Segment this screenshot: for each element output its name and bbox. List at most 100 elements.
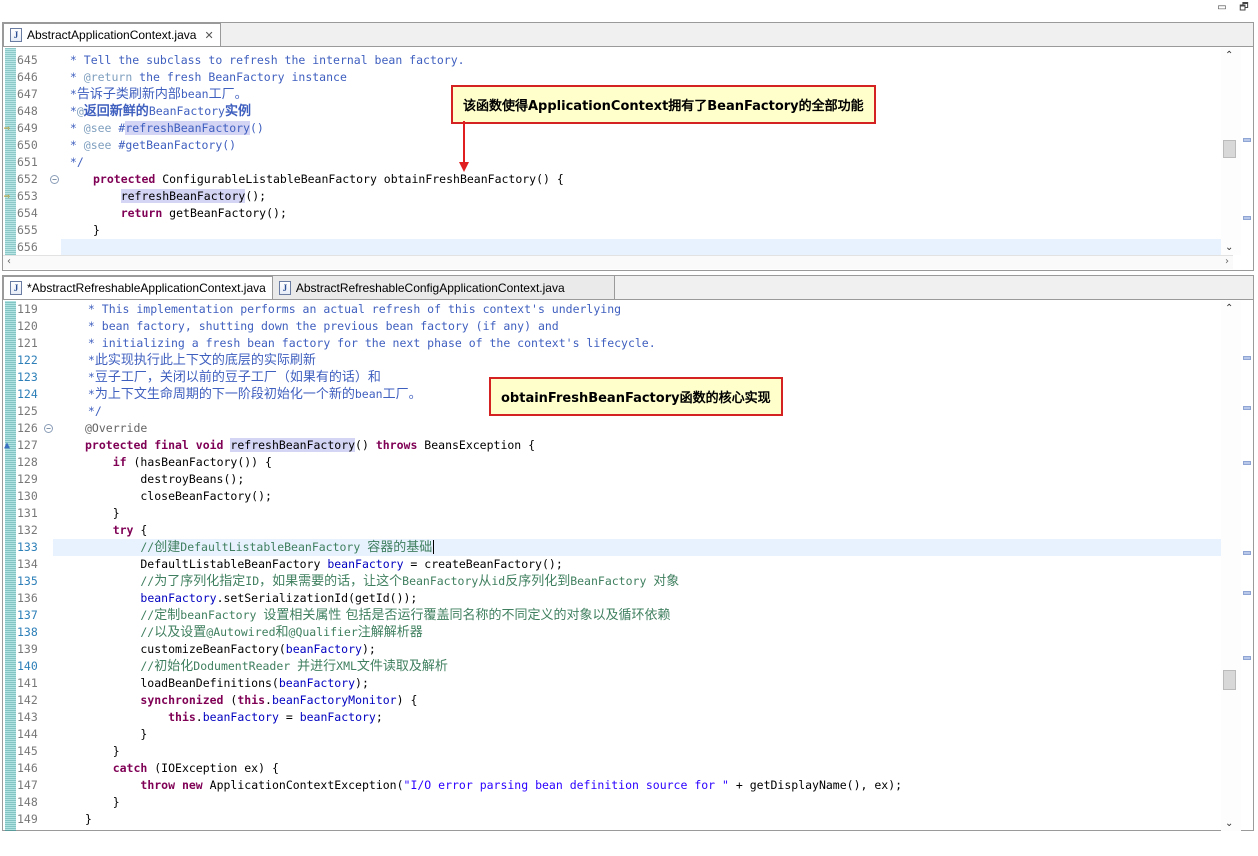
code-line: if (hasBeanFactory()) { (112, 455, 272, 469)
line-number: 119 (17, 302, 38, 316)
fold-collapse-icon[interactable]: − (50, 175, 59, 184)
java-file-icon: J (278, 280, 291, 295)
tab-abstract-refreshable-config-application-context[interactable]: J AbstractRefreshableConfigApplicationCo… (272, 276, 615, 299)
code-line: *此实现执行此上下文的底层的实际刷新 (81, 353, 316, 368)
code-line: //为了序列化指定ID，如果需要的话，让这个BeanFactory从id反序列化… (85, 574, 680, 589)
line-number: 655 (17, 223, 38, 237)
code-line: */ (81, 404, 102, 418)
line-number: 647 (17, 87, 38, 101)
scroll-thumb[interactable] (1223, 670, 1236, 690)
scroll-down-icon[interactable]: ⌄ (1225, 242, 1233, 253)
code-line: //初始化DodumentReader 并进行XML文件读取及解析 (85, 659, 448, 674)
line-number: 128 (17, 455, 38, 469)
line-number: 134 (17, 557, 38, 571)
code-line: * Tell the subclass to refresh the inter… (63, 53, 465, 67)
line-number: 649 (17, 121, 38, 135)
line-number: 131 (17, 506, 38, 520)
java-file-icon: J (10, 28, 22, 42)
annotation-callout-top: 该函数使得ApplicationContext拥有了BeanFactory的全部… (451, 85, 876, 124)
line-number: 656 (17, 240, 38, 254)
code-line: refreshBeanFactory(); (120, 189, 267, 203)
line-number: 124 (17, 387, 38, 401)
occurrence-marker-icon: ⇨ (4, 191, 11, 202)
line-number: 130 (17, 489, 38, 503)
scroll-left-icon[interactable]: ‹ (7, 256, 11, 267)
line-number: 127 (17, 438, 38, 452)
code-line: throw new ApplicationContextException("I… (140, 778, 903, 792)
line-number: 139 (17, 642, 38, 656)
code-line: protected ConfigurableListableBeanFactor… (93, 172, 564, 186)
code-line: } (85, 727, 148, 741)
code-line: return getBeanFactory(); (120, 206, 287, 220)
code-line: *为上下文生命周期的下一阶段初始化一个新的bean工厂。 (81, 387, 422, 402)
code-line: } (85, 744, 120, 758)
line-number: 129 (17, 472, 38, 486)
occurrence-marker-icon: ⇨ (4, 123, 11, 134)
override-marker-icon[interactable]: ▲ (4, 440, 15, 451)
overview-ruler[interactable] (1241, 48, 1253, 255)
vertical-scrollbar[interactable]: ⌃ ⌄ (1221, 48, 1241, 255)
code-line: beanFactory.setSerializationId(getId()); (140, 591, 418, 605)
minimize-icon[interactable]: ▭ (1212, 0, 1232, 16)
code-line: * @see #getBeanFactory() (63, 138, 237, 152)
tab-abstract-refreshable-application-context[interactable]: J *AbstractRefreshableApplicationContext… (3, 276, 273, 299)
line-number: 142 (17, 693, 38, 707)
line-number: 125 (17, 404, 38, 418)
code-line: protected final void refreshBeanFactory(… (85, 438, 536, 452)
code-line: * @return the fresh BeanFactory instance (63, 70, 347, 84)
window-controls: ▭ 🗗 (1212, 0, 1254, 18)
vertical-scrollbar[interactable]: ⌃ ⌄ (1221, 301, 1241, 831)
line-number: 138 (17, 625, 38, 639)
close-icon[interactable]: ✕ (204, 29, 213, 42)
line-number: 123 (17, 370, 38, 384)
line-number: 121 (17, 336, 38, 350)
code-line: DefaultListableBeanFactory beanFactory =… (85, 557, 563, 571)
code-line: * This implementation performs an actual… (81, 302, 622, 316)
line-number: 653 (17, 189, 38, 203)
scroll-right-icon[interactable]: › (1225, 256, 1229, 267)
line-number: 650 (17, 138, 38, 152)
java-file-icon: J (10, 281, 22, 295)
line-number: 648 (17, 104, 38, 118)
code-line: customizeBeanFactory(beanFactory); (85, 642, 376, 656)
restore-icon[interactable]: 🗗 (1234, 0, 1254, 16)
tab-abstract-application-context[interactable]: J AbstractApplicationContext.java ✕ (3, 23, 221, 46)
code-line: //以及设置@Autowired和@Qualifier注解解析器 (85, 625, 423, 640)
code-line: @Override (85, 421, 148, 435)
line-number: 137 (17, 608, 38, 622)
editor-tabbar: J AbstractApplicationContext.java ✕ (3, 23, 1253, 47)
line-number: 148 (17, 795, 38, 809)
annotation-callout-bottom: obtainFreshBeanFactory函数的核心实现 (489, 377, 783, 416)
line-number: 145 (17, 744, 38, 758)
line-number: 146 (17, 761, 38, 775)
editor-tabbar: J *AbstractRefreshableApplicationContext… (3, 276, 1253, 300)
code-line: //定制beanFactory 设置相关属性 包括是否运行覆盖同名称的不同定义的… (85, 608, 671, 623)
code-line: *@返回新鲜的BeanFactory实例 (63, 104, 251, 119)
overview-ruler[interactable] (1241, 301, 1253, 831)
line-number: 133 (17, 540, 38, 554)
code-line: try { (112, 523, 148, 537)
horizontal-scrollbar[interactable]: ‹ › (3, 255, 1233, 269)
line-number: 135 (17, 574, 38, 588)
fold-collapse-icon[interactable]: − (44, 424, 53, 433)
editor-pane-bottom: J *AbstractRefreshableApplicationContext… (2, 275, 1254, 831)
code-line: this.beanFactory = beanFactory; (168, 710, 383, 724)
line-number: 646 (17, 70, 38, 84)
code-line: * @see #refreshBeanFactory() (63, 121, 264, 135)
scroll-down-icon[interactable]: ⌄ (1225, 818, 1233, 829)
code-line: closeBeanFactory(); (85, 489, 272, 503)
code-line: *豆子工厂，关闭以前的豆子工厂（如果有的话）和 (81, 370, 381, 385)
line-number: 651 (17, 155, 38, 169)
code-line: } (85, 795, 120, 809)
code-area[interactable]: 645 * Tell the subclass to refresh the i… (3, 48, 1221, 255)
line-number: 149 (17, 812, 38, 826)
line-number: 645 (17, 53, 38, 67)
tab-label: AbstractRefreshableConfigApplicationCont… (295, 280, 565, 295)
scroll-thumb[interactable] (1223, 140, 1236, 158)
line-number: 122 (17, 353, 38, 367)
code-line: //创建DefaultListableBeanFactory 容器的基础 (85, 540, 435, 555)
tab-label: AbstractApplicationContext.java (27, 28, 197, 42)
scroll-up-icon[interactable]: ⌃ (1225, 303, 1233, 314)
scroll-up-icon[interactable]: ⌃ (1225, 50, 1233, 61)
line-number: 144 (17, 727, 38, 741)
